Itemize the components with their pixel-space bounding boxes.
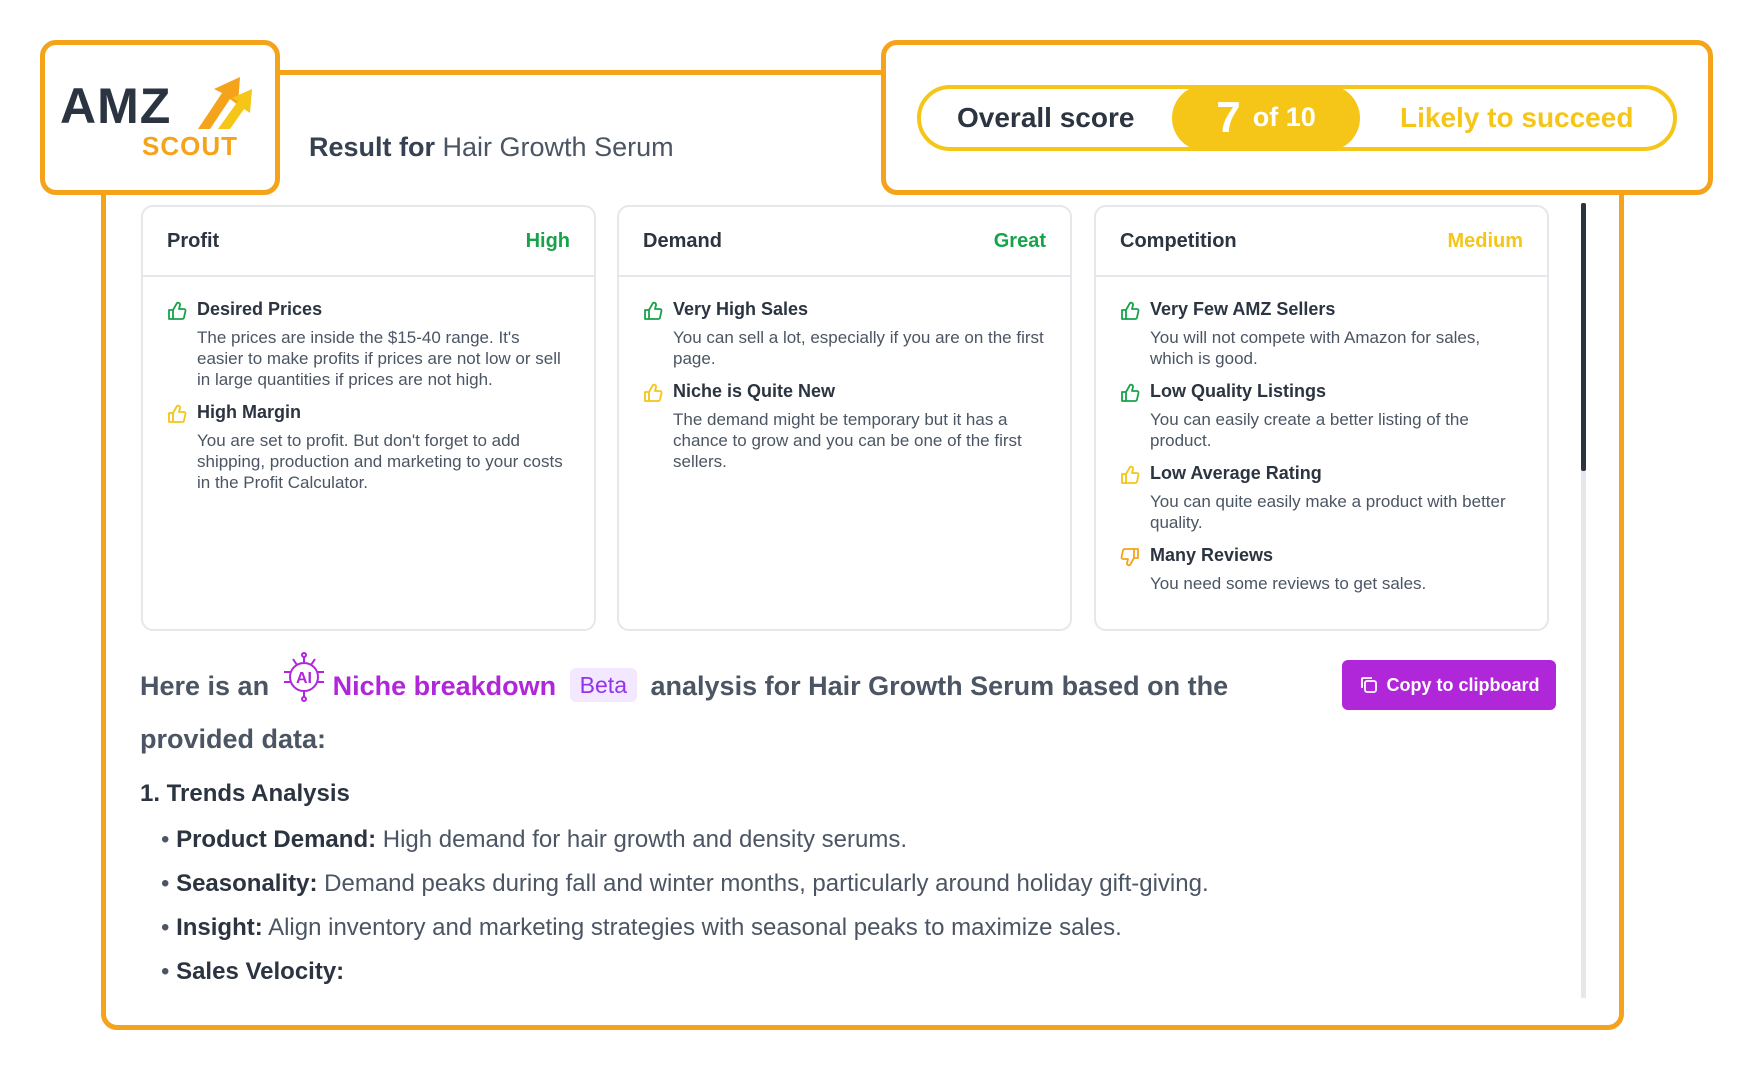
bullet-label: Insight: [176, 914, 263, 941]
trend-bullet: • Insight: Align inventory and marketing… [161, 914, 1122, 941]
logo-box: AMZ SCOUT [40, 40, 280, 195]
score-box: Overall score 7 of 10 Likely to succeed [881, 40, 1713, 195]
card-header: Competition Medium [1096, 207, 1547, 277]
item-title: Very Few AMZ Sellers [1150, 299, 1336, 319]
item-description: You can easily create a better listing o… [1150, 410, 1469, 450]
score-badge: 7 of 10 [1172, 84, 1360, 151]
thumbs-up-yellow-icon [167, 402, 197, 493]
item-title: Low Quality Listings [1150, 381, 1327, 401]
item-description: You will not compete with Amazon for sal… [1150, 328, 1481, 368]
card-header: Profit High [143, 207, 594, 277]
niche-breakdown-label: Niche breakdown [332, 671, 557, 702]
bullet-text: Align inventory and marketing strategies… [268, 914, 1122, 941]
card-item: Niche is Quite New The demand might be te… [643, 381, 1046, 472]
card-item: Low Quality Listings You can easily creat… [1120, 381, 1523, 451]
card-item: Desired Prices The prices are inside the … [167, 299, 570, 390]
item-description: The demand might be temporary but it has… [673, 410, 1022, 471]
card-item: Many Reviews You need some reviews to get… [1120, 545, 1523, 594]
bullet-label: Product Demand: [176, 826, 377, 853]
card-rating: Great [993, 229, 1046, 252]
item-description: The prices are inside the $15-40 range. … [197, 328, 561, 389]
card-competition: Competition Medium Very Few AMZ Sellers You… [1094, 205, 1549, 631]
item-description: You are set to profit. But don't forget … [197, 431, 563, 492]
bullet-text: Demand peaks during fall and winter mont… [324, 870, 1209, 897]
thumbs-down-orange-icon [1120, 545, 1150, 594]
card-body: Very High Sales You can sell a lot, espec… [619, 277, 1070, 472]
copy-to-clipboard-button[interactable]: Copy to clipboard [1342, 660, 1556, 710]
card-item: Low Average Rating You can quite easily m… [1120, 463, 1523, 533]
logo-word: AMZ [60, 77, 172, 134]
thumbs-up-green-icon [1120, 299, 1150, 369]
item-title: High Margin [197, 402, 301, 422]
logo-arrow-icon [198, 76, 252, 129]
card-demand: Demand Great Very High Sales You can sell a… [617, 205, 1072, 631]
thumbs-up-green-icon [167, 299, 197, 390]
trend-bullet: • Seasonality: Demand peaks during fall … [161, 870, 1209, 897]
copy-icon [1360, 677, 1377, 693]
card-item: High Margin You are set to profit. But do… [167, 402, 570, 493]
ai-heading-prefix: Here is an [140, 671, 270, 702]
ai-analysis-heading: Here is an AI Niche breakdown Beta analy… [140, 652, 1240, 762]
thumbs-up-yellow-icon [1120, 463, 1150, 533]
trends-title: 1. Trends Analysis [140, 780, 350, 807]
card-rating: Medium [1447, 229, 1523, 252]
thumbs-up-yellow-icon [643, 381, 673, 472]
bullet-label: Seasonality: [176, 870, 318, 897]
item-description: You can sell a lot, especially if you ar… [673, 328, 1044, 368]
card-rating: High [525, 229, 570, 252]
card-body: Desired Prices The prices are inside the … [143, 277, 594, 493]
copy-button-label: Copy to clipboard [1386, 674, 1540, 695]
thumbs-up-green-icon [643, 299, 673, 369]
scrollbar-thumb[interactable] [1581, 203, 1586, 471]
score-of: of 10 [1252, 102, 1316, 132]
result-prefix: Result for [309, 132, 436, 162]
score-label: Overall score [957, 101, 1135, 133]
item-description: You can quite easily make a product with… [1150, 492, 1506, 532]
card-body: Very Few AMZ Sellers You will not compete… [1096, 277, 1547, 594]
svg-text:AI: AI [296, 670, 312, 687]
item-title: Many Reviews [1150, 545, 1274, 565]
item-title: Very High Sales [673, 299, 809, 319]
item-title: Low Average Rating [1150, 463, 1322, 483]
card-item: Very Few AMZ Sellers You will not compete… [1120, 299, 1523, 369]
thumbs-up-green-icon [1120, 381, 1150, 451]
logo-sub: SCOUT [142, 130, 238, 161]
card-header: Demand Great [619, 207, 1070, 277]
beta-badge: Beta [569, 668, 637, 702]
ai-chip-icon: AI [279, 652, 329, 716]
item-title: Niche is Quite New [673, 381, 836, 401]
trend-bullet: • Product Demand: High demand for hair g… [161, 826, 908, 853]
trend-bullet: • Sales Velocity: [161, 958, 345, 985]
bullet-text: High demand for hair growth and density … [382, 826, 908, 853]
card-title: Competition [1120, 229, 1237, 252]
amzscout-logo: AMZ SCOUT [60, 63, 260, 173]
score-verdict: Likely to succeed [1400, 101, 1634, 133]
overall-score-pill: Overall score 7 of 10 Likely to succeed [917, 84, 1677, 151]
card-profit: Profit High Desired Prices The prices are i… [141, 205, 596, 631]
card-item: Very High Sales You can sell a lot, espec… [643, 299, 1046, 369]
card-title: Demand [643, 229, 722, 252]
card-title: Profit [167, 229, 220, 252]
item-title: Desired Prices [197, 299, 323, 319]
item-description: You need some reviews to get sales. [1150, 574, 1427, 593]
page-title: Result for Hair Growth Serum [309, 132, 674, 163]
result-name: Hair Growth Serum [442, 132, 674, 162]
score-value: 7 [1216, 92, 1241, 142]
bullet-label: Sales Velocity: [176, 958, 345, 985]
